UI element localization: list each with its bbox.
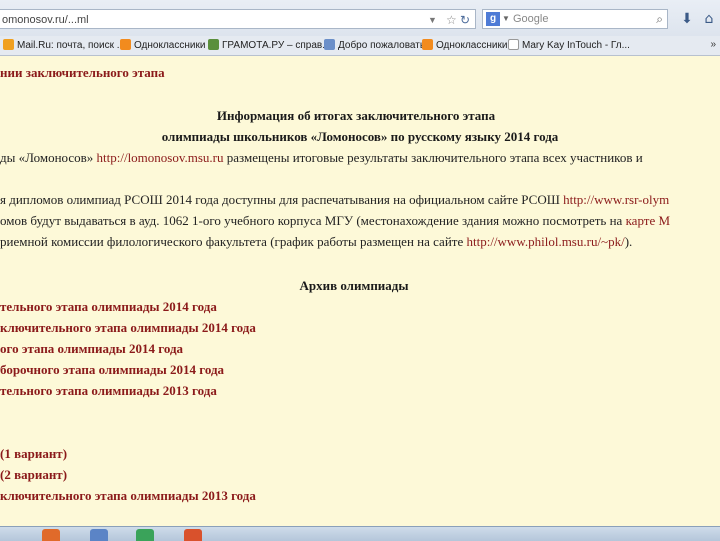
download-icon[interactable]: ⬇ bbox=[678, 10, 696, 28]
paragraph-diplomas: я дипломов олимпиад РСОШ 2014 года досту… bbox=[0, 192, 669, 208]
paragraph-text: я дипломов олимпиад РСОШ 2014 года досту… bbox=[0, 192, 564, 207]
bookmark-marykay[interactable]: Mary Kay InTouch - Гл... bbox=[508, 39, 630, 53]
map-link[interactable]: карте М bbox=[626, 213, 670, 228]
paragraph-text: размещены итоговые результаты заключител… bbox=[223, 150, 643, 165]
taskbar bbox=[0, 526, 720, 541]
home-icon[interactable]: ⌂ bbox=[700, 10, 718, 28]
paragraph-text: риемной комиссии филологического факульт… bbox=[0, 234, 467, 249]
paragraph-text: ды «Ломоносов» bbox=[0, 150, 97, 165]
page-icon bbox=[508, 39, 519, 50]
search-input[interactable]: Google bbox=[513, 10, 548, 28]
variant-link[interactable]: (2 вариант) bbox=[0, 467, 67, 483]
paragraph-issue: омов будут выдаваться в ауд. 1062 1-ого … bbox=[0, 213, 670, 229]
url-text: omonosov.ru/...ml bbox=[2, 14, 89, 26]
page-icon bbox=[324, 39, 335, 50]
bookmark-odnoklassniki-2[interactable]: Одноклассники bbox=[422, 39, 507, 53]
bookmark-label: Mary Kay InTouch - Гл... bbox=[522, 40, 630, 51]
drive-icon[interactable] bbox=[136, 529, 154, 541]
bookmark-label: Mail.Ru: почта, поиск ... bbox=[17, 40, 126, 51]
archive-heading: Архив олимпиады bbox=[299, 278, 409, 293]
paragraph-committee: риемной комиссии филологического факульт… bbox=[0, 234, 632, 250]
firefox-icon[interactable] bbox=[42, 529, 60, 541]
archive-link[interactable]: ключительного этапа олимпиады 2014 года bbox=[0, 320, 256, 336]
page-subtitle: олимпиады школьников «Ломоносов» по русс… bbox=[161, 129, 559, 144]
bookmark-label: Одноклассники bbox=[436, 40, 508, 51]
bookmark-star-icon[interactable]: ☆ bbox=[446, 10, 457, 30]
url-dropdown-icon[interactable]: ▼ bbox=[428, 10, 437, 30]
paragraph-results: ды «Ломоносов» http://lomonosov.msu.ru р… bbox=[0, 150, 643, 166]
search-engine-dropdown-icon[interactable]: ▼ bbox=[502, 10, 510, 28]
variant-link[interactable]: (1 вариант) bbox=[0, 446, 67, 462]
reload-icon[interactable]: ↻ bbox=[460, 10, 470, 30]
rsr-olymp-link[interactable]: http://www.rsr-olym bbox=[563, 192, 669, 207]
browser-toolbar: omonosov.ru/...ml ▼ ☆ ↻ g ▼ Google ⌕ ⬇ ⌂ bbox=[0, 0, 720, 37]
archive-link[interactable]: тельного этапа олимпиады 2014 года bbox=[0, 299, 217, 315]
page-crumb-link[interactable]: нии заключительного этапа bbox=[0, 65, 165, 81]
bookmark-odnoklassniki[interactable]: Одноклассники bbox=[120, 39, 205, 53]
gramota-icon bbox=[208, 39, 219, 50]
bookmark-label: ГРАМОТА.РУ – справ... bbox=[222, 40, 331, 51]
powerpoint-icon[interactable] bbox=[184, 529, 202, 541]
bookmark-gramota[interactable]: ГРАМОТА.РУ – справ... bbox=[208, 39, 331, 53]
bookmark-mailru[interactable]: Mail.Ru: почта, поиск ... bbox=[3, 39, 125, 53]
bookmark-label: Добро пожаловать bbox=[338, 40, 426, 51]
search-icon[interactable]: ⌕ bbox=[656, 10, 663, 28]
philol-link[interactable]: http://www.philol.msu.ru/~pk/ bbox=[466, 234, 624, 249]
page-title: Информация об итогах заключительного эта… bbox=[216, 108, 496, 123]
mailru-icon bbox=[3, 39, 14, 50]
bookmark-welcome[interactable]: Добро пожаловать bbox=[324, 39, 425, 53]
address-bar[interactable]: omonosov.ru/...ml ▼ ☆ ↻ bbox=[0, 9, 476, 29]
word-icon[interactable] bbox=[90, 529, 108, 541]
search-bar[interactable]: g ▼ Google ⌕ bbox=[482, 9, 668, 29]
bookmarks-overflow-icon[interactable]: » bbox=[710, 39, 716, 50]
paragraph-text: омов будут выдаваться в ауд. 1062 1-ого … bbox=[0, 213, 626, 228]
lomonosov-link[interactable]: http://lomonosov.msu.ru bbox=[97, 150, 224, 165]
google-icon[interactable]: g bbox=[486, 12, 500, 26]
page-content: нии заключительного этапа Информация об … bbox=[0, 56, 720, 526]
archive-link[interactable]: борочного этапа олимпиады 2014 года bbox=[0, 362, 224, 378]
archive-link[interactable]: ого этапа олимпиады 2014 года bbox=[0, 341, 183, 357]
archive-link[interactable]: тельного этапа олимпиады 2013 года bbox=[0, 383, 217, 399]
paragraph-text: ). bbox=[624, 234, 633, 249]
odnoklassniki-icon bbox=[422, 39, 433, 50]
bookmark-label: Одноклассники bbox=[134, 40, 206, 51]
odnoklassniki-icon bbox=[120, 39, 131, 50]
bookmarks-bar: Mail.Ru: почта, поиск ... Одноклассники … bbox=[0, 36, 720, 56]
archive-link[interactable]: ключительного этапа олимпиады 2013 года bbox=[0, 488, 256, 504]
